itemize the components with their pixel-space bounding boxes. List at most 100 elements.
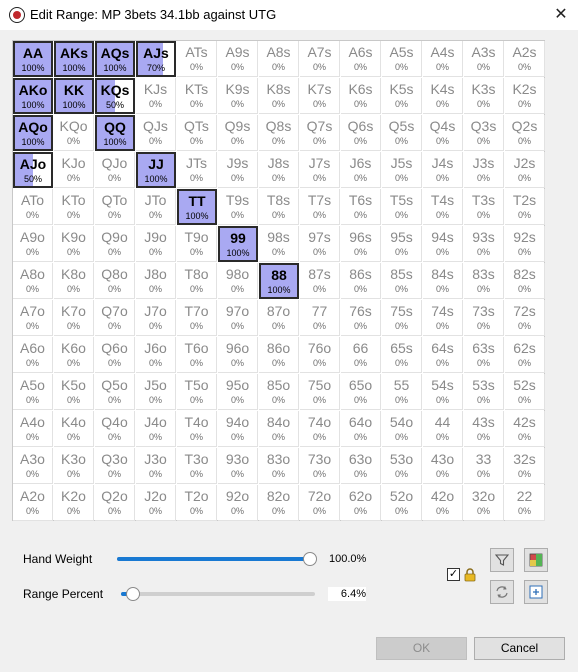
add-square-button[interactable] xyxy=(524,580,548,604)
hand-cell[interactable]: T4s 0% xyxy=(423,189,463,225)
hand-cell[interactable]: T9s 0% xyxy=(218,189,258,225)
hand-cell[interactable]: JTo 0% xyxy=(136,189,176,225)
hand-cell[interactable]: K7o 0% xyxy=(54,300,94,336)
hand-cell[interactable]: 76o 0% xyxy=(300,337,340,373)
hand-cell[interactable]: JJ 100% xyxy=(136,152,176,188)
hand-cell[interactable]: 96s 0% xyxy=(341,226,381,262)
hand-cell[interactable]: 88 100% xyxy=(259,263,299,299)
hand-cell[interactable]: 63s 0% xyxy=(464,337,504,373)
hand-cell[interactable]: TT 100% xyxy=(177,189,217,225)
hand-cell[interactable]: A8s 0% xyxy=(259,41,299,77)
hand-cell[interactable]: 95o 0% xyxy=(218,374,258,410)
hand-cell[interactable]: J6s 0% xyxy=(341,152,381,188)
hand-cell[interactable]: ATo 0% xyxy=(13,189,53,225)
hand-cell[interactable]: QJo 0% xyxy=(95,152,135,188)
hand-cell[interactable]: A2o 0% xyxy=(13,485,53,521)
hand-cell[interactable]: K2s 0% xyxy=(505,78,545,114)
hand-cell[interactable]: 43s 0% xyxy=(464,411,504,447)
hand-cell[interactable]: T2o 0% xyxy=(177,485,217,521)
hand-cell[interactable]: 74s 0% xyxy=(423,300,463,336)
hand-cell[interactable]: 66 0% xyxy=(341,337,381,373)
hand-cell[interactable]: 82o 0% xyxy=(259,485,299,521)
hand-cell[interactable]: J6o 0% xyxy=(136,337,176,373)
hand-cell[interactable]: QQ 100% xyxy=(95,115,135,151)
hand-weight-slider-thumb[interactable] xyxy=(303,552,317,566)
hand-cell[interactable]: K4s 0% xyxy=(423,78,463,114)
hand-cell[interactable]: KTo 0% xyxy=(54,189,94,225)
hand-cell[interactable]: 63o 0% xyxy=(341,448,381,484)
hand-cell[interactable]: 82s 0% xyxy=(505,263,545,299)
hand-cell[interactable]: 92o 0% xyxy=(218,485,258,521)
lock-checkbox[interactable]: ✓ xyxy=(447,568,460,581)
hand-cell[interactable]: A9s 0% xyxy=(218,41,258,77)
hand-cell[interactable]: 97s 0% xyxy=(300,226,340,262)
hand-cell[interactable]: 77 0% xyxy=(300,300,340,336)
hand-cell[interactable]: J2s 0% xyxy=(505,152,545,188)
hand-cell[interactable]: KJo 0% xyxy=(54,152,94,188)
hand-cell[interactable]: AQs 100% xyxy=(95,41,135,77)
hand-cell[interactable]: K6s 0% xyxy=(341,78,381,114)
hand-cell[interactable]: 73s 0% xyxy=(464,300,504,336)
hand-cell[interactable]: J2o 0% xyxy=(136,485,176,521)
hand-cell[interactable]: 97o 0% xyxy=(218,300,258,336)
hand-cell[interactable]: A5o 0% xyxy=(13,374,53,410)
hand-cell[interactable]: T4o 0% xyxy=(177,411,217,447)
hand-cell[interactable]: 92s 0% xyxy=(505,226,545,262)
hand-cell[interactable]: 64s 0% xyxy=(423,337,463,373)
hand-cell[interactable]: Q5o 0% xyxy=(95,374,135,410)
hand-cell[interactable]: T3s 0% xyxy=(464,189,504,225)
hand-cell[interactable]: 95s 0% xyxy=(382,226,422,262)
hand-cell[interactable]: A4o 0% xyxy=(13,411,53,447)
filter-button[interactable] xyxy=(490,548,514,572)
hand-cell[interactable]: 54s 0% xyxy=(423,374,463,410)
hand-cell[interactable]: 84s 0% xyxy=(423,263,463,299)
hand-cell[interactable]: T6s 0% xyxy=(341,189,381,225)
hand-cell[interactable]: 72o 0% xyxy=(300,485,340,521)
hand-cell[interactable]: A7s 0% xyxy=(300,41,340,77)
hand-cell[interactable]: 76s 0% xyxy=(341,300,381,336)
hand-cell[interactable]: A6o 0% xyxy=(13,337,53,373)
hand-cell[interactable]: 86o 0% xyxy=(259,337,299,373)
hand-cell[interactable]: 99 100% xyxy=(218,226,258,262)
hand-cell[interactable]: 83s 0% xyxy=(464,263,504,299)
hand-cell[interactable]: 98o 0% xyxy=(218,263,258,299)
hand-cell[interactable]: K9o 0% xyxy=(54,226,94,262)
hand-cell[interactable]: T9o 0% xyxy=(177,226,217,262)
hand-cell[interactable]: K5o 0% xyxy=(54,374,94,410)
hand-cell[interactable]: A4s 0% xyxy=(423,41,463,77)
hand-cell[interactable]: 33 0% xyxy=(464,448,504,484)
hand-cell[interactable]: Q5s 0% xyxy=(382,115,422,151)
range-percent-slider[interactable] xyxy=(121,587,315,601)
hand-cell[interactable]: K8o 0% xyxy=(54,263,94,299)
hand-weight-slider[interactable] xyxy=(117,552,317,566)
hand-cell[interactable]: Q3o 0% xyxy=(95,448,135,484)
hand-cell[interactable]: A7o 0% xyxy=(13,300,53,336)
hand-cell[interactable]: K7s 0% xyxy=(300,78,340,114)
hand-cell[interactable]: K4o 0% xyxy=(54,411,94,447)
hand-cell[interactable]: 93s 0% xyxy=(464,226,504,262)
cancel-button[interactable]: Cancel xyxy=(474,637,565,660)
hand-cell[interactable]: 65s 0% xyxy=(382,337,422,373)
hand-cell[interactable]: KK 100% xyxy=(54,78,94,114)
hand-cell[interactable]: A3s 0% xyxy=(464,41,504,77)
hand-cell[interactable]: J8o 0% xyxy=(136,263,176,299)
hand-cell[interactable]: 53o 0% xyxy=(382,448,422,484)
hand-cell[interactable]: J3s 0% xyxy=(464,152,504,188)
hand-cell[interactable]: Q7o 0% xyxy=(95,300,135,336)
hand-cell[interactable]: K6o 0% xyxy=(54,337,94,373)
hand-cell[interactable]: T8o 0% xyxy=(177,263,217,299)
hand-cell[interactable]: Q4o 0% xyxy=(95,411,135,447)
hand-cell[interactable]: QTs 0% xyxy=(177,115,217,151)
hand-cell[interactable]: K2o 0% xyxy=(54,485,94,521)
hand-cell[interactable]: 54o 0% xyxy=(382,411,422,447)
hand-cell[interactable]: 87o 0% xyxy=(259,300,299,336)
hand-cell[interactable]: J4o 0% xyxy=(136,411,176,447)
hand-cell[interactable]: 22 0% xyxy=(505,485,545,521)
hand-cell[interactable]: J7o 0% xyxy=(136,300,176,336)
hand-cell[interactable]: A9o 0% xyxy=(13,226,53,262)
hand-cell[interactable]: J4s 0% xyxy=(423,152,463,188)
hand-cell[interactable]: 84o 0% xyxy=(259,411,299,447)
hand-cell[interactable]: 43o 0% xyxy=(423,448,463,484)
hand-cell[interactable]: 83o 0% xyxy=(259,448,299,484)
hand-cell[interactable]: 96o 0% xyxy=(218,337,258,373)
